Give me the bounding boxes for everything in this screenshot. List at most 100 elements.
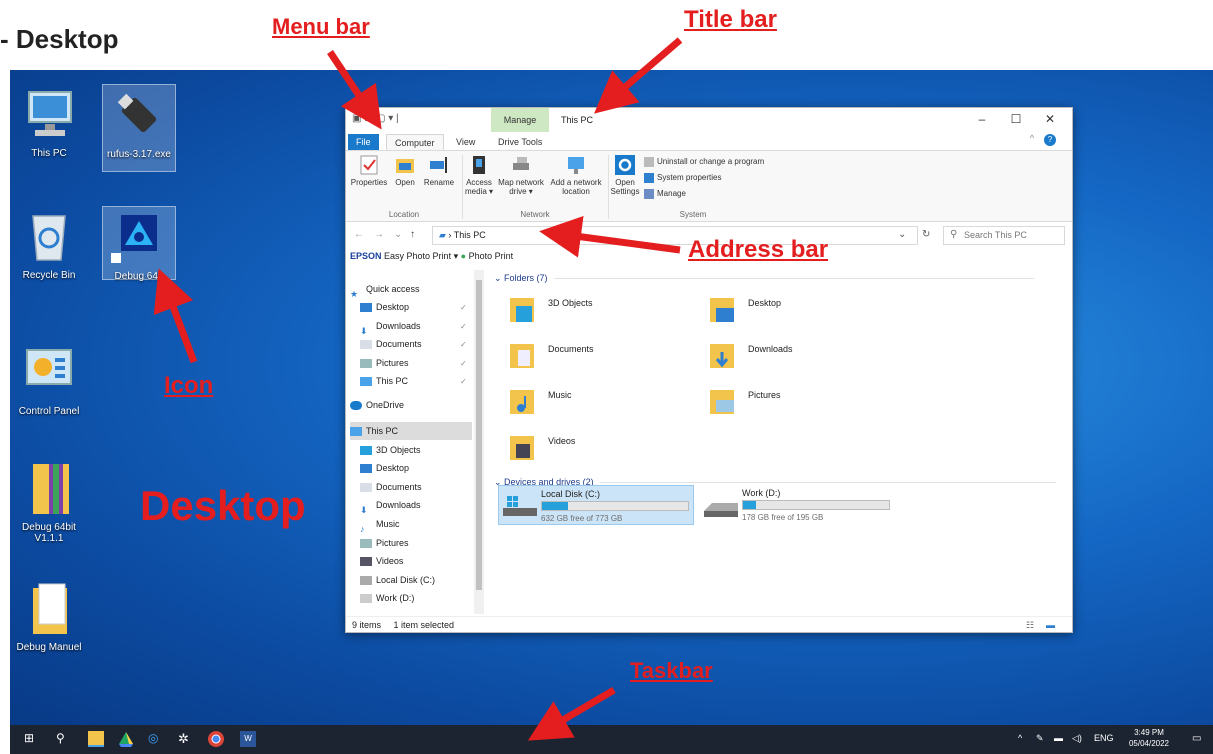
desktop-icon-debug-manuel[interactable]: Debug Manuel xyxy=(12,578,86,653)
file-explorer-icon[interactable] xyxy=(88,731,104,747)
tab-view[interactable]: View xyxy=(448,134,483,150)
taskbar[interactable]: ⊞ ⚲ ◎ ✲ W ^ ✎ ▬ ◁) ENG ▭ xyxy=(10,725,1213,754)
usb-drive-icon xyxy=(109,85,169,145)
nav-desktop[interactable]: Desktop xyxy=(360,459,409,477)
nav-documents[interactable]: Documents xyxy=(360,478,422,496)
desktop-icon-rufus[interactable]: rufus-3.17.exe xyxy=(102,84,176,172)
help-icon[interactable]: ? xyxy=(1040,134,1060,146)
nav-work-d[interactable]: Work (D:) xyxy=(360,589,414,607)
desktop-icon xyxy=(360,464,372,474)
rename-button[interactable]: Rename xyxy=(422,155,456,187)
pin-icon[interactable]: ✓ xyxy=(460,359,467,368)
open-settings-button[interactable]: Open Settings xyxy=(610,155,640,196)
desktop-icon-recycle-bin[interactable]: Recycle Bin xyxy=(12,206,86,281)
desktop-icon-debug-64b[interactable]: Debug 64b xyxy=(102,206,176,282)
folder-downloads[interactable]: Downloads xyxy=(708,340,888,380)
windows-drive-icon xyxy=(503,494,537,522)
pin-icon[interactable]: ✓ xyxy=(460,322,467,331)
tab-computer[interactable]: Computer xyxy=(386,134,444,150)
address-bar[interactable]: ▰ › This PC xyxy=(432,226,918,245)
tray-pen-icon[interactable]: ✎ xyxy=(1036,733,1044,744)
nav-quick-desktop[interactable]: Desktop xyxy=(360,298,409,316)
quick-access-toolbar[interactable]: ▣ ☑ ▢ ▾ | xyxy=(352,113,399,124)
annotation-icon: Icon xyxy=(164,372,214,399)
folder-documents[interactable]: Documents xyxy=(508,340,688,380)
pin-icon[interactable]: ✓ xyxy=(460,303,467,312)
chrome-icon[interactable] xyxy=(208,731,224,747)
annotation-address-bar: Address bar xyxy=(688,236,829,263)
folder-music[interactable]: Music xyxy=(508,386,688,426)
back-icon[interactable]: ← xyxy=(354,229,364,240)
nav-quick-this-pc[interactable]: This PC xyxy=(360,372,408,390)
map-network-drive-button[interactable]: Map network drive ▾ xyxy=(496,155,546,196)
refresh-icon[interactable]: ↻ xyxy=(922,229,930,240)
windows-start-icon[interactable]: ⊞ xyxy=(24,731,40,747)
tab-file[interactable]: File xyxy=(348,134,379,150)
search-input[interactable]: Search This PC xyxy=(943,226,1065,245)
tiles-view-icon[interactable]: ▬ xyxy=(1046,617,1055,633)
search-icon[interactable]: ⚲ xyxy=(56,731,72,747)
add-network-location-button[interactable]: Add a network location xyxy=(548,155,604,196)
taskbar-clock[interactable]: 3:49 PM 05/04/2022 xyxy=(1124,727,1174,749)
uninstall-program-button[interactable]: Uninstall or change a program xyxy=(644,157,764,167)
desktop-icon-this-pc[interactable]: This PC xyxy=(12,84,86,159)
nav-quick-access[interactable]: ★Quick access xyxy=(350,280,420,299)
google-drive-icon[interactable] xyxy=(118,731,134,747)
nav-scrollbar[interactable] xyxy=(474,270,484,614)
open-button[interactable]: Open xyxy=(392,155,418,187)
volume-icon[interactable]: ◁) xyxy=(1072,733,1082,744)
title-bar[interactable]: ▣ ☑ ▢ ▾ | Manage This PC – ☐ ✕ xyxy=(346,108,1072,132)
nav-music[interactable]: ♪Music xyxy=(360,515,400,534)
tab-manage[interactable]: Manage xyxy=(491,108,549,132)
scrollbar-thumb[interactable] xyxy=(476,280,482,590)
nav-pictures[interactable]: Pictures xyxy=(360,534,409,552)
address-dropdown-icon[interactable]: ⌄ xyxy=(898,229,906,240)
system-properties-button[interactable]: System properties xyxy=(644,173,721,183)
recent-dropdown-icon[interactable]: ⌄ xyxy=(394,229,402,240)
properties-button[interactable]: Properties xyxy=(350,155,388,187)
notification-icon[interactable]: ▭ xyxy=(1192,733,1201,744)
folder-desktop[interactable]: Desktop xyxy=(708,294,888,334)
drive-work-d[interactable]: Work (D:) 178 GB free of 195 GB xyxy=(700,485,896,525)
status-bar: 9 items 1 item selected ☷ ▬ xyxy=(346,616,1072,632)
folder-pictures[interactable]: Pictures xyxy=(708,386,888,426)
settings-sun-icon[interactable]: ✲ xyxy=(178,731,194,747)
details-view-icon[interactable]: ☷ xyxy=(1026,617,1034,633)
nav-local-disk-c[interactable]: Local Disk (C:) xyxy=(360,571,435,589)
desktop-icon-debug-64bit[interactable]: Debug 64bit V1.1.1 xyxy=(12,458,86,544)
collapse-ribbon-icon[interactable]: ^ xyxy=(1022,133,1042,143)
pin-icon[interactable]: ✓ xyxy=(460,377,467,386)
tab-drive-tools[interactable]: Drive Tools xyxy=(490,134,550,150)
nav-3d-objects[interactable]: 3D Objects xyxy=(360,441,421,459)
maximize-icon[interactable]: ☐ xyxy=(1006,112,1026,126)
access-media-button[interactable]: Access media ▾ xyxy=(464,155,494,196)
pin-icon[interactable]: ✓ xyxy=(460,340,467,349)
battery-icon[interactable]: ▬ xyxy=(1054,733,1063,743)
drive-local-disk-c[interactable]: Local Disk (C:) 632 GB free of 773 GB xyxy=(498,485,694,525)
folders-section-header[interactable]: ⌄ Folders (7) xyxy=(494,273,1034,284)
word-icon[interactable]: W xyxy=(240,731,256,747)
nav-quick-downloads[interactable]: ⬇Downloads xyxy=(360,317,421,336)
epson-toolbar[interactable]: EPSON Easy Photo Print ▾ ● Photo Print xyxy=(350,251,513,262)
nav-quick-pictures[interactable]: Pictures xyxy=(360,354,409,372)
nav-quick-documents[interactable]: Documents xyxy=(360,335,422,353)
nav-downloads[interactable]: ⬇Downloads xyxy=(360,496,421,515)
forward-icon[interactable]: → xyxy=(374,229,384,240)
tray-chevron-icon[interactable]: ^ xyxy=(1018,733,1022,743)
nav-onedrive[interactable]: OneDrive xyxy=(350,396,404,414)
folder-3d-objects[interactable]: 3D Objects xyxy=(508,294,688,334)
nav-this-pc[interactable]: This PC xyxy=(350,422,472,440)
wifi-app-icon[interactable]: ◎ xyxy=(148,731,164,747)
easy-photo-print-menu[interactable]: Easy Photo Print ▾ xyxy=(384,251,458,261)
folder-videos[interactable]: Videos xyxy=(508,432,688,472)
pictures-icon xyxy=(360,359,372,369)
photo-print-button[interactable]: Photo Print xyxy=(469,251,514,261)
file-explorer-window[interactable]: ▣ ☑ ▢ ▾ | Manage This PC – ☐ ✕ File Comp… xyxy=(345,107,1073,633)
language-indicator[interactable]: ENG xyxy=(1094,733,1114,743)
manage-button[interactable]: Manage xyxy=(644,189,686,199)
desktop-icon-control-panel[interactable]: Control Panel xyxy=(12,342,86,417)
minimize-icon[interactable]: – xyxy=(972,112,992,126)
close-icon[interactable]: ✕ xyxy=(1040,112,1060,126)
nav-videos[interactable]: Videos xyxy=(360,552,403,570)
up-icon[interactable]: ↑ xyxy=(410,229,415,240)
